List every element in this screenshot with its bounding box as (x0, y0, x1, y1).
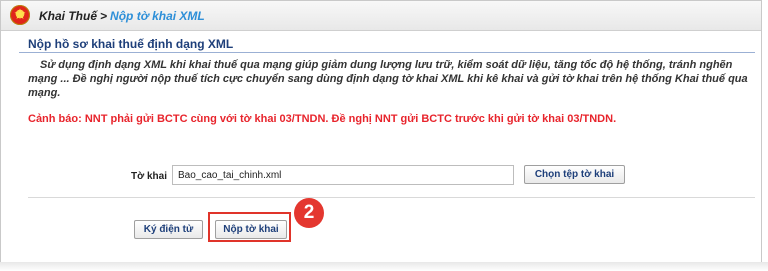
bottom-shadow (0, 262, 768, 271)
step-number-badge: 2 (294, 198, 324, 228)
national-emblem-icon (10, 5, 30, 25)
digital-sign-button[interactable]: Ký điện tử (134, 220, 203, 239)
submit-button-highlight (208, 212, 291, 242)
choose-file-button[interactable]: Chọn tệp tờ khai (524, 165, 625, 184)
section-title: Nộp hồ sơ khai thuế định dạng XML (28, 37, 234, 51)
section-divider (19, 52, 755, 53)
breadcrumb-separator: > (100, 9, 108, 23)
main-panel: Khai Thuế > Nộp tờ khai XML Nộp hồ sơ khai… (0, 0, 762, 266)
breadcrumb: Khai Thuế > Nộp tờ khai XML (1, 1, 761, 31)
breadcrumb-root[interactable]: Khai Thuế (39, 9, 97, 23)
file-path-input[interactable] (172, 165, 514, 185)
warning-text: Cảnh báo: NNT phải gửi BCTC cùng với tờ … (28, 113, 617, 125)
file-label: Tờ khai (131, 171, 168, 182)
form-divider (28, 197, 755, 198)
breadcrumb-trail: Khai Thuế > Nộp tờ khai XML (39, 9, 205, 23)
intro-text: Sử dụng định dạng XML khi khai thuế qua … (28, 59, 748, 99)
breadcrumb-current[interactable]: Nộp tờ khai XML (110, 9, 205, 23)
